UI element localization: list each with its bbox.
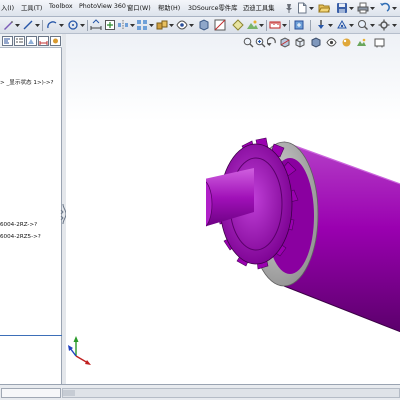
- display-style-icon[interactable]: [310, 37, 321, 48]
- options-icon[interactable]: [378, 19, 390, 31]
- section-icon[interactable]: [214, 19, 226, 31]
- horizontal-scrollbar[interactable]: [62, 388, 400, 398]
- menu-maidi-tools[interactable]: 迈迪工具集: [243, 3, 274, 12]
- toolbar-separator: [310, 20, 311, 31]
- chevron-down-icon[interactable]: [392, 23, 397, 28]
- circle-icon[interactable]: [67, 19, 79, 31]
- undo-icon[interactable]: [378, 2, 390, 14]
- menu-tools[interactable]: 工具(T): [21, 3, 42, 12]
- save-icon[interactable]: [336, 2, 348, 14]
- view-orientation-icon[interactable]: [294, 37, 305, 48]
- print-icon[interactable]: [357, 2, 369, 14]
- chevron-down-icon[interactable]: [80, 23, 85, 28]
- chevron-down-icon[interactable]: [282, 23, 287, 28]
- measure-icon[interactable]: [269, 19, 281, 31]
- apply-scene-icon[interactable]: [356, 37, 367, 48]
- dimxpert-icon[interactable]: [38, 36, 49, 46]
- reference-icon[interactable]: [336, 19, 348, 31]
- view-icon[interactable]: [176, 19, 188, 31]
- toolbar-separator: [87, 20, 88, 31]
- display-icon[interactable]: [198, 19, 210, 31]
- scene-icon[interactable]: [246, 19, 258, 31]
- zoom-area-icon[interactable]: [255, 37, 266, 48]
- assembly-icon[interactable]: [156, 19, 168, 31]
- sketch-icon[interactable]: [2, 19, 14, 31]
- zoom-to-fit-icon[interactable]: [243, 37, 254, 48]
- chevron-down-icon[interactable]: [349, 6, 354, 11]
- property-manager-icon[interactable]: [14, 36, 25, 46]
- chevron-down-icon[interactable]: [130, 23, 135, 28]
- sprocket-roller-model[interactable]: [206, 124, 400, 344]
- tree-item-display-state[interactable]: > _显示状态 1>)->?: [0, 78, 54, 86]
- zoom-icon[interactable]: [357, 19, 369, 31]
- chevron-down-icon[interactable]: [189, 23, 194, 28]
- toolbar-separator: [289, 20, 290, 31]
- pin-icon[interactable]: [283, 2, 295, 14]
- relation-icon[interactable]: [104, 19, 116, 31]
- chevron-down-icon[interactable]: [309, 6, 314, 11]
- open-folder-icon[interactable]: [318, 2, 330, 14]
- edit-appearance-icon[interactable]: [341, 37, 352, 48]
- tree-item-bearing-6004-2rz[interactable]: 6004-2RZ->?: [0, 222, 37, 228]
- chevron-down-icon[interactable]: [149, 23, 154, 28]
- feature-manager-tabs: [0, 34, 62, 48]
- coordinate-triad-icon: [68, 336, 91, 365]
- status-bar: [0, 384, 400, 400]
- dimension-icon[interactable]: [90, 19, 102, 31]
- tree-divider: [0, 335, 62, 336]
- chevron-down-icon[interactable]: [35, 23, 40, 28]
- tree-item-bearing-6004-2rz5[interactable]: 6004-2RZ5->?: [0, 234, 41, 240]
- appearance-icon[interactable]: [232, 19, 244, 31]
- model-tab[interactable]: [1, 388, 61, 398]
- rotate-icon[interactable]: [315, 19, 327, 31]
- chevron-down-icon[interactable]: [15, 23, 20, 28]
- mirror-icon[interactable]: [117, 19, 129, 31]
- menu-photoview[interactable]: PhotoView 360: [79, 3, 126, 10]
- toolbar-separator: [266, 20, 267, 31]
- chevron-down-icon[interactable]: [259, 23, 264, 28]
- chevron-down-icon[interactable]: [169, 23, 174, 28]
- view-settings-icon[interactable]: [374, 37, 385, 48]
- previous-view-icon[interactable]: [267, 37, 278, 48]
- toolbar-separator: [42, 20, 43, 31]
- chevron-down-icon[interactable]: [59, 23, 64, 28]
- chevron-down-icon[interactable]: [349, 23, 354, 28]
- scrollbar-thumb[interactable]: [63, 390, 75, 396]
- line-icon[interactable]: [22, 19, 34, 31]
- new-document-icon[interactable]: [296, 2, 308, 14]
- chevron-down-icon[interactable]: [328, 23, 333, 28]
- menu-insert[interactable]: 入(I): [1, 3, 14, 12]
- chevron-down-icon[interactable]: [392, 6, 397, 11]
- pattern-icon[interactable]: [136, 19, 148, 31]
- chevron-down-icon[interactable]: [370, 6, 375, 11]
- menu-bar: 入(I) 工具(T) Toolbox PhotoView 360 窗口(W) 帮…: [0, 0, 400, 17]
- display-manager-icon[interactable]: [50, 36, 61, 46]
- chevron-down-icon[interactable]: [370, 23, 375, 28]
- menu-3dsource[interactable]: 3DSource零件库: [188, 3, 237, 12]
- hide-show-icon[interactable]: [326, 37, 337, 48]
- section-view-icon[interactable]: [279, 37, 290, 48]
- graphics-viewport[interactable]: [66, 34, 400, 384]
- feature-manager-icon[interactable]: [2, 36, 13, 46]
- arc-icon[interactable]: [46, 19, 58, 31]
- menu-help[interactable]: 帮助(H): [158, 3, 180, 12]
- move-component-icon[interactable]: [293, 19, 305, 31]
- configuration-manager-icon[interactable]: [26, 36, 37, 46]
- feature-tree-pane: > _显示状态 1>)->? 6004-2RZ->? 6004-2RZ5->?: [0, 48, 62, 384]
- menu-toolbox[interactable]: Toolbox: [49, 3, 73, 10]
- menu-window[interactable]: 窗口(W): [127, 3, 151, 12]
- command-toolbar: [0, 17, 400, 34]
